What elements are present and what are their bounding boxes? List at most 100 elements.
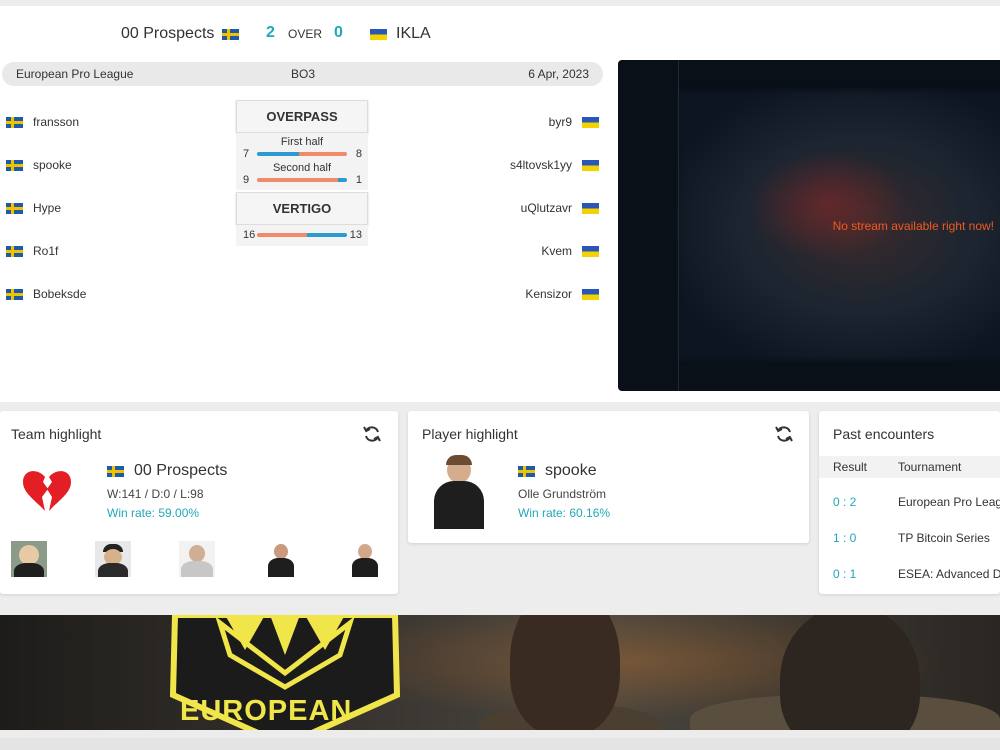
team-name[interactable]: 00 Prospects	[134, 462, 227, 480]
half-left-score: 7	[243, 148, 250, 160]
total-right-score: 13	[349, 229, 362, 241]
banner-figure-left-head	[510, 615, 620, 730]
map-button-overpass[interactable]: OVERPASS	[236, 100, 368, 133]
match-format: BO3	[291, 67, 316, 81]
player-nick[interactable]: spooke	[545, 462, 597, 480]
sweden-flag-icon	[6, 202, 23, 214]
column-header-tournament: Tournament	[898, 460, 962, 474]
bar-right-fill	[306, 233, 347, 237]
result-cell: 0 : 2	[833, 495, 857, 509]
card-title: Player highlight	[422, 426, 518, 442]
table-row[interactable]: 0 : 2 European Pro League	[819, 478, 1000, 514]
sweden-flag-icon	[6, 159, 23, 171]
result-cell: 0 : 1	[833, 567, 857, 581]
player-name[interactable]: Ro1f	[33, 244, 58, 258]
card-title: Team highlight	[11, 426, 102, 442]
player-highlight-card: Player highlight spooke Olle Grundström …	[408, 411, 809, 543]
stream-player[interactable]: No stream available right now!	[618, 60, 1000, 391]
right-player-row[interactable]: byr9	[549, 112, 599, 132]
right-player-row[interactable]: s4ltovsk1yy	[510, 155, 599, 175]
player-name[interactable]: Kvem	[541, 244, 572, 258]
team-winrate: Win rate: 59.00%	[107, 506, 200, 520]
table-row[interactable]: 0 : 1 ESEA: Advanced Division	[819, 550, 1000, 586]
half-score: Second half 9 1	[236, 161, 368, 187]
avatar[interactable]	[179, 541, 215, 577]
match-info-bar: European Pro League BO3 6 Apr, 2023	[2, 62, 603, 86]
maps-column: OVERPASS First half 7 8 Second half 9 1	[236, 100, 368, 246]
left-player-row[interactable]: Bobeksde	[6, 284, 86, 304]
team2-name[interactable]: IKLA	[396, 25, 431, 43]
player-name[interactable]: s4ltovsk1yy	[510, 158, 572, 172]
player-photo	[432, 455, 486, 529]
sweden-flag-icon	[6, 116, 23, 128]
avatar[interactable]	[263, 541, 299, 577]
sweden-flag-icon	[6, 288, 23, 300]
sweden-flag-icon	[222, 29, 239, 40]
bottom-strip-inner	[0, 738, 1000, 750]
team2-score: 0	[334, 24, 343, 41]
tournament-cell[interactable]: European Pro League	[898, 495, 1000, 509]
card-title: Past encounters	[833, 426, 935, 442]
league-banner[interactable]: EUROPEAN	[0, 615, 1000, 730]
bar-left-fill	[257, 152, 300, 156]
stream-unavailable-message: No stream available right now!	[832, 219, 994, 233]
half-score: First half 7 8	[236, 135, 368, 161]
map-button-vertigo[interactable]: VERTIGO	[236, 192, 368, 225]
player-winrate: Win rate: 60.16%	[518, 506, 611, 520]
score-separator: OVER	[288, 27, 323, 41]
match-panel: 00 Prospects 2 OVER 0 IKLA European Pro …	[0, 6, 1000, 402]
player-real-name: Olle Grundström	[518, 487, 607, 501]
league-name[interactable]: European Pro League	[16, 67, 133, 81]
half-left-score: 9	[243, 174, 250, 186]
stream-divider	[678, 60, 679, 391]
half-label: First half	[280, 136, 324, 148]
bar-right-fill	[338, 178, 347, 182]
past-encounters-card: Past encounters Result Tournament 0 : 2 …	[819, 411, 1000, 594]
avatar[interactable]	[11, 541, 47, 577]
player-name[interactable]: Kensizor	[525, 287, 572, 301]
left-player-row[interactable]: Ro1f	[6, 241, 58, 261]
table-row[interactable]: 1 : 0 TP Bitcoin Series	[819, 514, 1000, 550]
player-name[interactable]: Bobeksde	[33, 287, 86, 301]
left-player-row[interactable]: fransson	[6, 112, 79, 132]
ukraine-flag-icon	[582, 159, 599, 171]
total-score: 16 13	[236, 227, 368, 243]
ukraine-flag-icon	[582, 245, 599, 257]
broken-heart-icon	[23, 471, 71, 511]
tournament-cell[interactable]: ESEA: Advanced Division	[898, 567, 1000, 581]
ukraine-flag-icon	[582, 202, 599, 214]
sweden-flag-icon	[6, 245, 23, 257]
table-header: Result Tournament	[819, 456, 1000, 478]
avatar[interactable]	[347, 541, 383, 577]
stream-glow	[748, 150, 908, 260]
match-date: 6 Apr, 2023	[528, 67, 589, 81]
avatar[interactable]	[95, 541, 131, 577]
team1-name[interactable]: 00 Prospects	[121, 25, 214, 43]
player-name[interactable]: fransson	[33, 115, 79, 129]
half-score-bar	[257, 152, 347, 156]
half-score-bar	[257, 178, 347, 182]
player-name[interactable]: byr9	[549, 115, 572, 129]
team-name-line: 00 Prospects	[107, 462, 227, 480]
right-player-row[interactable]: Kensizor	[525, 284, 599, 304]
half-right-score: 1	[355, 174, 362, 186]
bar-left-fill	[257, 178, 338, 182]
player-name[interactable]: spooke	[33, 158, 72, 172]
left-player-row[interactable]: spooke	[6, 155, 72, 175]
player-name[interactable]: uQlutzavr	[521, 201, 572, 215]
left-player-row[interactable]: Hype	[6, 198, 61, 218]
refresh-icon[interactable]	[362, 424, 382, 444]
sweden-flag-icon	[518, 465, 535, 477]
tournament-cell[interactable]: TP Bitcoin Series	[898, 531, 990, 545]
result-cell: 1 : 0	[833, 531, 857, 545]
right-player-row[interactable]: uQlutzavr	[521, 198, 599, 218]
right-player-row[interactable]: Kvem	[541, 241, 599, 261]
banner-figure-right-head	[780, 615, 920, 730]
player-name[interactable]: Hype	[33, 201, 61, 215]
ukraine-flag-icon	[582, 116, 599, 128]
sweden-flag-icon	[107, 465, 124, 477]
team-highlight-card: Team highlight 00 Prospects W:141 / D:0 …	[0, 411, 398, 594]
ukraine-flag-icon	[370, 29, 387, 40]
column-header-result: Result	[833, 460, 868, 474]
refresh-icon[interactable]	[774, 424, 794, 444]
